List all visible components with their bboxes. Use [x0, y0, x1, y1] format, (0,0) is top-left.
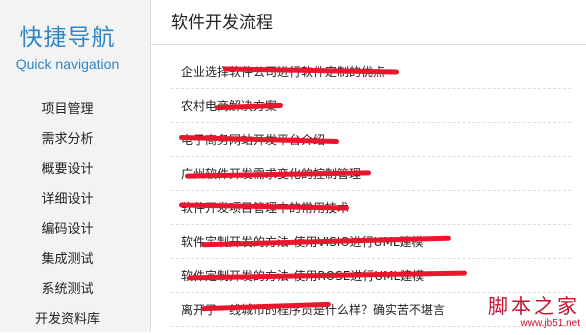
nav-item-coding-design[interactable]: 编码设计	[0, 215, 135, 245]
nav-item-detailed-design[interactable]: 详细设计	[0, 185, 135, 215]
nav-item-requirements-analysis[interactable]: 需求分析	[0, 125, 135, 155]
list-item: 企业选择软件公司进行软件定制的优点	[171, 55, 571, 89]
nav-item-integration-testing[interactable]: 集成测试	[0, 245, 135, 275]
list-item: 广州软件开发需求变化的控制管理	[171, 157, 571, 191]
sidebar-subtitle: Quick navigation	[15, 56, 120, 72]
nav-item-high-level-design[interactable]: 概要设计	[0, 155, 135, 185]
nav-item-system-testing[interactable]: 系统测试	[0, 275, 135, 305]
sidebar-title: 快捷导航	[19, 25, 116, 51]
watermark-text: 脚本之家	[488, 294, 580, 318]
nav-item-dev-library[interactable]: 开发资料库	[0, 305, 135, 335]
list-item: 电子商务网站开发平台介绍	[171, 123, 571, 157]
article-list: 企业选择软件公司进行软件定制的优点 农村电商解决方案 电子商务网站开发平台介绍 …	[171, 55, 571, 327]
site-watermark: 脚本之家 www.jb51.net	[488, 294, 580, 330]
nav-item-project-management[interactable]: 项目管理	[0, 95, 135, 125]
list-item: 软件开发项目管理中的常用技术	[171, 191, 571, 225]
list-item: 农村电商解决方案	[171, 89, 571, 123]
quick-nav: 项目管理 需求分析 概要设计 详细设计 编码设计 集成测试 系统测试 开发资料库	[0, 95, 135, 335]
list-item: 软件定制开发的方法-使用ROSE进行UML建模	[171, 259, 571, 293]
sidebar: 快捷导航 Quick navigation 项目管理 需求分析 概要设计 详细设…	[0, 0, 151, 332]
main-content: 软件开发流程 企业选择软件公司进行软件定制的优点 农村电商解决方案 电子商务网站…	[151, 0, 586, 332]
page-title: 软件开发流程	[171, 13, 273, 33]
watermark-url: www.jb51.net	[520, 318, 580, 329]
title-divider	[151, 44, 586, 45]
list-item: 软件定制开发的方法-使用VISIO进行UML建模	[171, 225, 571, 259]
